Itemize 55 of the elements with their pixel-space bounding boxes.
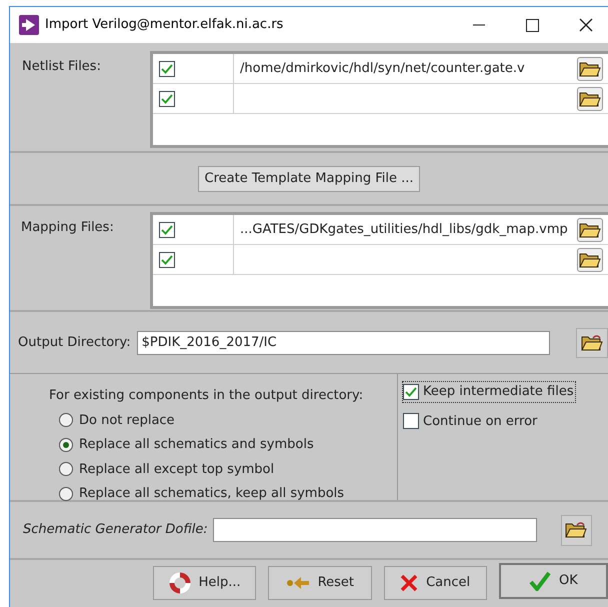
browse-button[interactable] xyxy=(577,86,603,110)
check-icon xyxy=(528,571,551,591)
close-icon xyxy=(400,574,418,592)
radio-button[interactable] xyxy=(59,413,73,428)
check-icon xyxy=(161,224,173,234)
browse-button[interactable] xyxy=(576,328,608,358)
radio-label: Do not replace xyxy=(79,412,175,430)
dialog-button[interactable]: OK xyxy=(498,563,608,599)
checkbox[interactable] xyxy=(159,252,175,268)
file-path: /home/dmirkovic/hdl/syn/net/counter.gate.v xyxy=(240,60,525,78)
checkbox-option[interactable]: Continue on error xyxy=(402,410,576,432)
folder-icon xyxy=(581,334,604,352)
check-icon xyxy=(161,94,173,104)
arrow-icon xyxy=(286,575,310,591)
browse-button[interactable] xyxy=(577,218,603,242)
checkbox-option[interactable]: Keep intermediate files xyxy=(402,381,576,402)
close-icon[interactable] xyxy=(579,18,593,32)
folder-icon xyxy=(579,90,601,108)
browse-button[interactable] xyxy=(577,56,603,80)
radio-label: Replace all except top symbol xyxy=(79,460,274,478)
window-title: Import Verilog@mentor.elfak.ni.ac.rs xyxy=(45,16,284,34)
section-label: Netlist Files: xyxy=(22,58,102,76)
checkbox[interactable] xyxy=(403,413,419,430)
lifebuoy-icon xyxy=(168,572,191,594)
check-icon xyxy=(161,64,173,74)
check-icon xyxy=(161,254,173,264)
radio-label: Replace all schematics and symbols xyxy=(79,436,314,454)
section-label: Mapping Files: xyxy=(21,219,115,237)
folder-icon xyxy=(579,60,601,78)
app-icon xyxy=(19,15,39,35)
checkbox[interactable] xyxy=(403,384,419,400)
field-label: Output Directory: xyxy=(18,334,131,352)
radio-button[interactable] xyxy=(59,438,73,452)
radio-label: Replace all schematics, keep all symbols xyxy=(79,485,344,503)
browse-button[interactable] xyxy=(560,514,592,546)
check-icon xyxy=(405,386,417,397)
checkbox[interactable] xyxy=(159,60,175,76)
radio-button[interactable] xyxy=(59,486,73,501)
dialog-button[interactable]: Reset xyxy=(268,566,372,600)
dialog-button[interactable]: Cancel xyxy=(384,566,487,600)
field-label: Schematic Generator Dofile: xyxy=(23,521,208,540)
group-label: For existing components in the output directory: xyxy=(49,387,364,405)
create-template-button[interactable]: Create Template Mapping File ... xyxy=(198,166,420,192)
dialog-button[interactable]: Help... xyxy=(153,566,256,600)
output-directory-field[interactable]: $PDIK_2016_2017/IC xyxy=(136,330,550,354)
checkbox[interactable] xyxy=(159,222,175,238)
folder-icon xyxy=(579,250,601,268)
maximize-icon[interactable] xyxy=(526,18,539,32)
folder-icon xyxy=(565,521,588,539)
file-path: ...GATES/GDKgates_utilities/hdl_libs/gdk_map.vmp xyxy=(240,220,568,239)
checkbox[interactable] xyxy=(159,90,175,106)
radio-button[interactable] xyxy=(59,462,73,476)
dofile-field[interactable] xyxy=(212,518,537,542)
browse-button[interactable] xyxy=(577,248,603,272)
folder-icon xyxy=(579,220,601,238)
